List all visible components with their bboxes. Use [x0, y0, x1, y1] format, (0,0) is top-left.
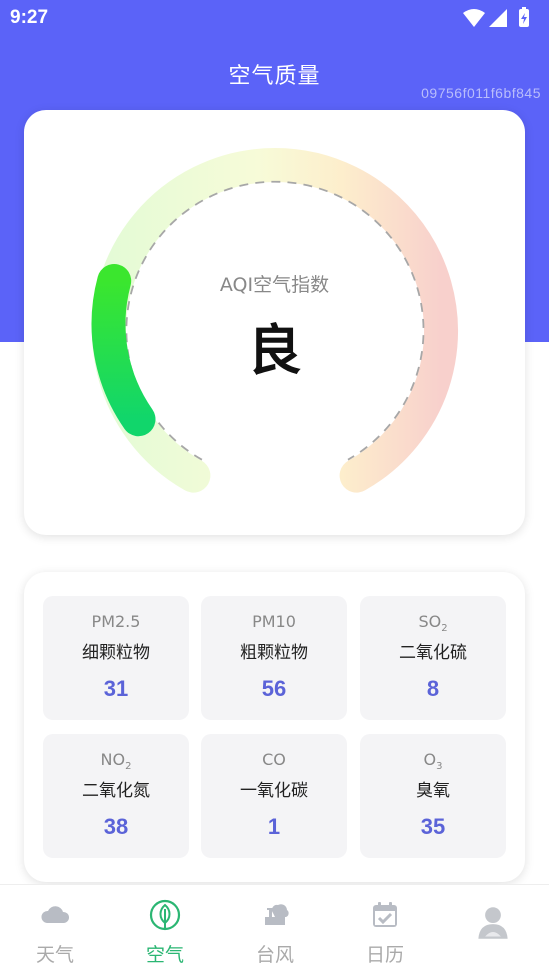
calendar-icon: [373, 902, 397, 927]
aqi-label: AQI空气指数: [219, 274, 330, 296]
pollutant-tile-o3[interactable]: O3 臭氧 35: [360, 734, 506, 858]
nav-item-weather[interactable]: 天气: [0, 885, 110, 976]
pollutant-value: 1: [267, 814, 281, 839]
pollutant-code: CO: [262, 750, 286, 769]
pollutant-value: 8: [426, 676, 440, 701]
nav-item-typhoon[interactable]: 台风: [220, 885, 330, 976]
cloud-icon: [41, 906, 70, 923]
device-id: 09756f011f6bf845: [421, 85, 541, 101]
pollutant-code: SO2: [418, 612, 448, 635]
nav-label: 空气: [145, 944, 184, 966]
status-time: 9:27: [10, 7, 49, 28]
aqi-level: 良: [247, 318, 302, 382]
battery-icon: [519, 7, 529, 27]
pollutant-card: PM2.5 细颗粒物 31 PM10 粗颗粒物 56 SO2 二氧化硫 8 NO…: [24, 572, 525, 882]
pollutant-tile-so2[interactable]: SO2 二氧化硫 8: [360, 596, 506, 720]
pollutant-value: 35: [420, 814, 446, 839]
pollutant-name: 一氧化碳: [240, 781, 308, 801]
leaf-icon: [149, 899, 181, 931]
nav-label: 天气: [35, 944, 74, 966]
nav-item-profile[interactable]: [440, 885, 549, 976]
pollutant-name: 粗颗粒物: [240, 643, 308, 663]
status-icons: [463, 7, 529, 27]
profile-icon: [478, 907, 508, 939]
nav-label: 台风: [255, 944, 294, 966]
pollutant-code: O3: [423, 750, 443, 773]
pollutant-name: 细颗粒物: [82, 643, 150, 663]
pollutant-code: NO2: [100, 750, 132, 773]
aqi-gauge-card: AQI空气指数 良: [24, 110, 525, 535]
pollutant-tile-pm10[interactable]: PM10 粗颗粒物 56: [201, 596, 347, 720]
nav-label: 日历: [365, 944, 404, 966]
pollutant-code: PM10: [252, 612, 296, 631]
pollutant-value: 31: [103, 676, 129, 701]
nav-item-air[interactable]: 空气: [110, 885, 220, 976]
typhoon-icon: [265, 904, 289, 925]
pollutant-value: 38: [103, 814, 129, 839]
pollutant-tile-co[interactable]: CO 一氧化碳 1: [201, 734, 347, 858]
pollutant-name: 二氧化硫: [399, 643, 467, 663]
signal-icon: [489, 9, 507, 27]
wifi-icon: [463, 9, 485, 27]
pollutant-code: PM2.5: [91, 612, 141, 631]
pollutant-tile-no2[interactable]: NO2 二氧化氮 38: [43, 734, 189, 858]
status-bar: 9:27: [0, 0, 549, 36]
pollutant-name: 臭氧: [416, 781, 450, 801]
nav-item-calendar[interactable]: 日历: [330, 885, 440, 976]
pollutant-tile-pm25[interactable]: PM2.5 细颗粒物 31: [43, 596, 189, 720]
pollutant-value: 56: [261, 676, 287, 701]
bottom-nav: 天气 空气 台风 日历: [0, 884, 549, 976]
pollutant-name: 二氧化氮: [82, 781, 150, 801]
